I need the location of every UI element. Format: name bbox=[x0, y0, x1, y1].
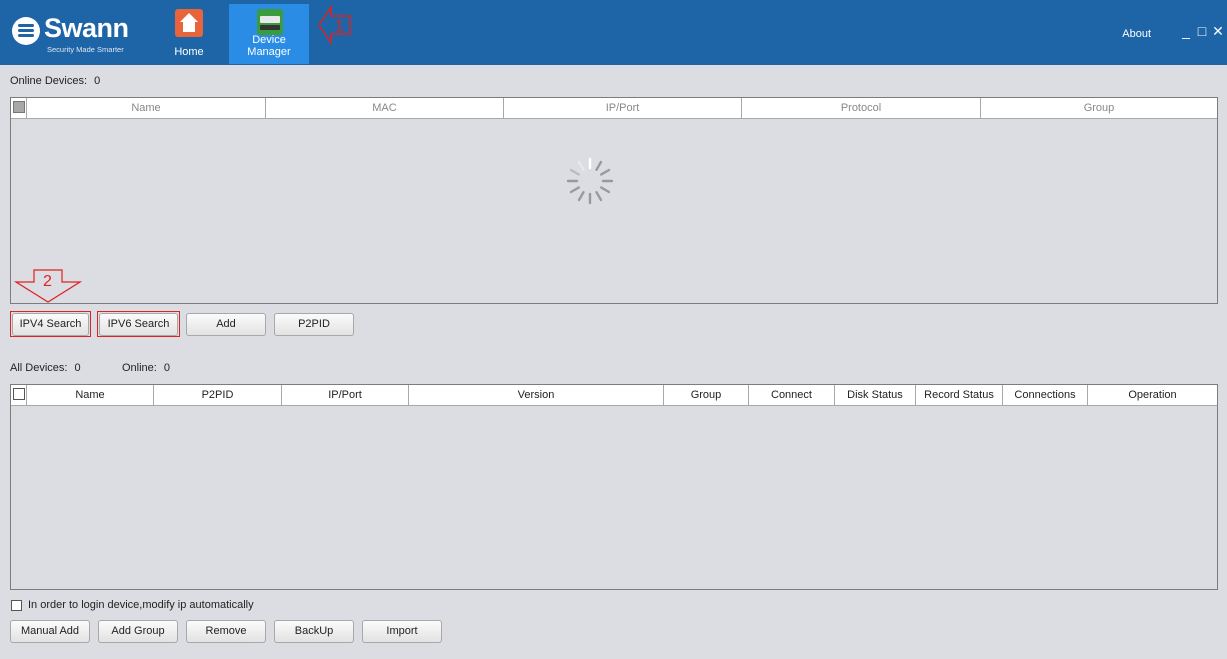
online-devices-count: 0 bbox=[94, 75, 101, 87]
auto-modify-ip-label[interactable]: In order to login device,modify ip autom… bbox=[28, 599, 254, 611]
nav-device-manager-label: Device Manager bbox=[247, 34, 291, 58]
col-connect[interactable]: Connect bbox=[749, 385, 835, 405]
col-ip-port[interactable]: IP/Port bbox=[282, 385, 409, 405]
col-name[interactable]: Name bbox=[27, 98, 266, 118]
online-count-label: Online: 0 bbox=[122, 362, 170, 374]
nav-home[interactable]: Home bbox=[168, 4, 210, 64]
ipv4-highlight bbox=[10, 311, 91, 337]
col-protocol[interactable]: Protocol bbox=[742, 98, 981, 118]
backup-button[interactable]: BackUp bbox=[274, 620, 354, 643]
maximize-button[interactable]: □ bbox=[1195, 24, 1209, 38]
col-disk-status[interactable]: Disk Status bbox=[835, 385, 916, 405]
col-group[interactable]: Group bbox=[664, 385, 749, 405]
col-connections[interactable]: Connections bbox=[1003, 385, 1088, 405]
col-operation[interactable]: Operation bbox=[1088, 385, 1217, 405]
col-record-status[interactable]: Record Status bbox=[916, 385, 1003, 405]
online-select-all-checkbox[interactable] bbox=[13, 101, 25, 113]
all-table-header: Name P2PID IP/Port Version Group Connect… bbox=[11, 385, 1217, 406]
col-p2pid[interactable]: P2PID bbox=[154, 385, 282, 405]
online-table-header: Name MAC IP/Port Protocol Group bbox=[11, 98, 1217, 119]
manual-add-button[interactable]: Manual Add bbox=[10, 620, 90, 643]
col-mac[interactable]: MAC bbox=[266, 98, 504, 118]
nav-home-label: Home bbox=[174, 46, 204, 58]
col-ip-port[interactable]: IP/Port bbox=[504, 98, 742, 118]
minimize-button[interactable]: _ bbox=[1179, 24, 1193, 38]
add-button[interactable]: Add bbox=[186, 313, 266, 336]
brand-tagline: Security Made Smarter bbox=[47, 45, 124, 54]
online-count: 0 bbox=[163, 362, 171, 374]
home-icon bbox=[175, 9, 203, 37]
all-select-all-cell bbox=[11, 385, 27, 405]
online-text: Online: bbox=[122, 362, 157, 374]
col-group[interactable]: Group bbox=[981, 98, 1217, 118]
device-manager-icon bbox=[257, 9, 283, 35]
annotation-arrow-1: 1 bbox=[318, 5, 351, 45]
all-devices-label: All Devices: 0 bbox=[10, 362, 81, 374]
remove-button[interactable]: Remove bbox=[186, 620, 266, 643]
brand-name: Swann bbox=[44, 13, 129, 43]
import-button[interactable]: Import bbox=[362, 620, 442, 643]
about-link[interactable]: About bbox=[1122, 28, 1151, 40]
col-name[interactable]: Name bbox=[27, 385, 154, 405]
annotation-step-1: 1 bbox=[335, 18, 344, 35]
annotation-arrow-2: 2 bbox=[14, 269, 82, 303]
nav-device-manager[interactable]: Device Manager bbox=[229, 4, 309, 64]
online-select-all-cell bbox=[11, 98, 27, 118]
swann-logo: Swann Security Made Smarter bbox=[10, 13, 140, 55]
add-group-button[interactable]: Add Group bbox=[98, 620, 178, 643]
loading-spinner-icon bbox=[566, 157, 614, 205]
auto-modify-ip-checkbox[interactable] bbox=[11, 600, 22, 611]
col-version[interactable]: Version bbox=[409, 385, 664, 405]
annotation-step-2: 2 bbox=[43, 273, 52, 290]
p2pid-button[interactable]: P2PID bbox=[274, 313, 354, 336]
swann-logo-icon bbox=[12, 17, 40, 45]
all-devices-table: Name P2PID IP/Port Version Group Connect… bbox=[10, 384, 1218, 590]
online-devices-text: Online Devices: bbox=[10, 75, 88, 87]
all-devices-count: 0 bbox=[74, 362, 81, 374]
online-devices-label: Online Devices: 0 bbox=[10, 75, 100, 87]
ipv6-highlight bbox=[97, 311, 180, 337]
close-button[interactable]: ✕ bbox=[1211, 24, 1225, 38]
all-select-all-checkbox[interactable] bbox=[13, 388, 25, 400]
all-devices-text: All Devices: bbox=[10, 362, 68, 374]
title-bar: Swann Security Made Smarter Home Device … bbox=[0, 0, 1227, 65]
